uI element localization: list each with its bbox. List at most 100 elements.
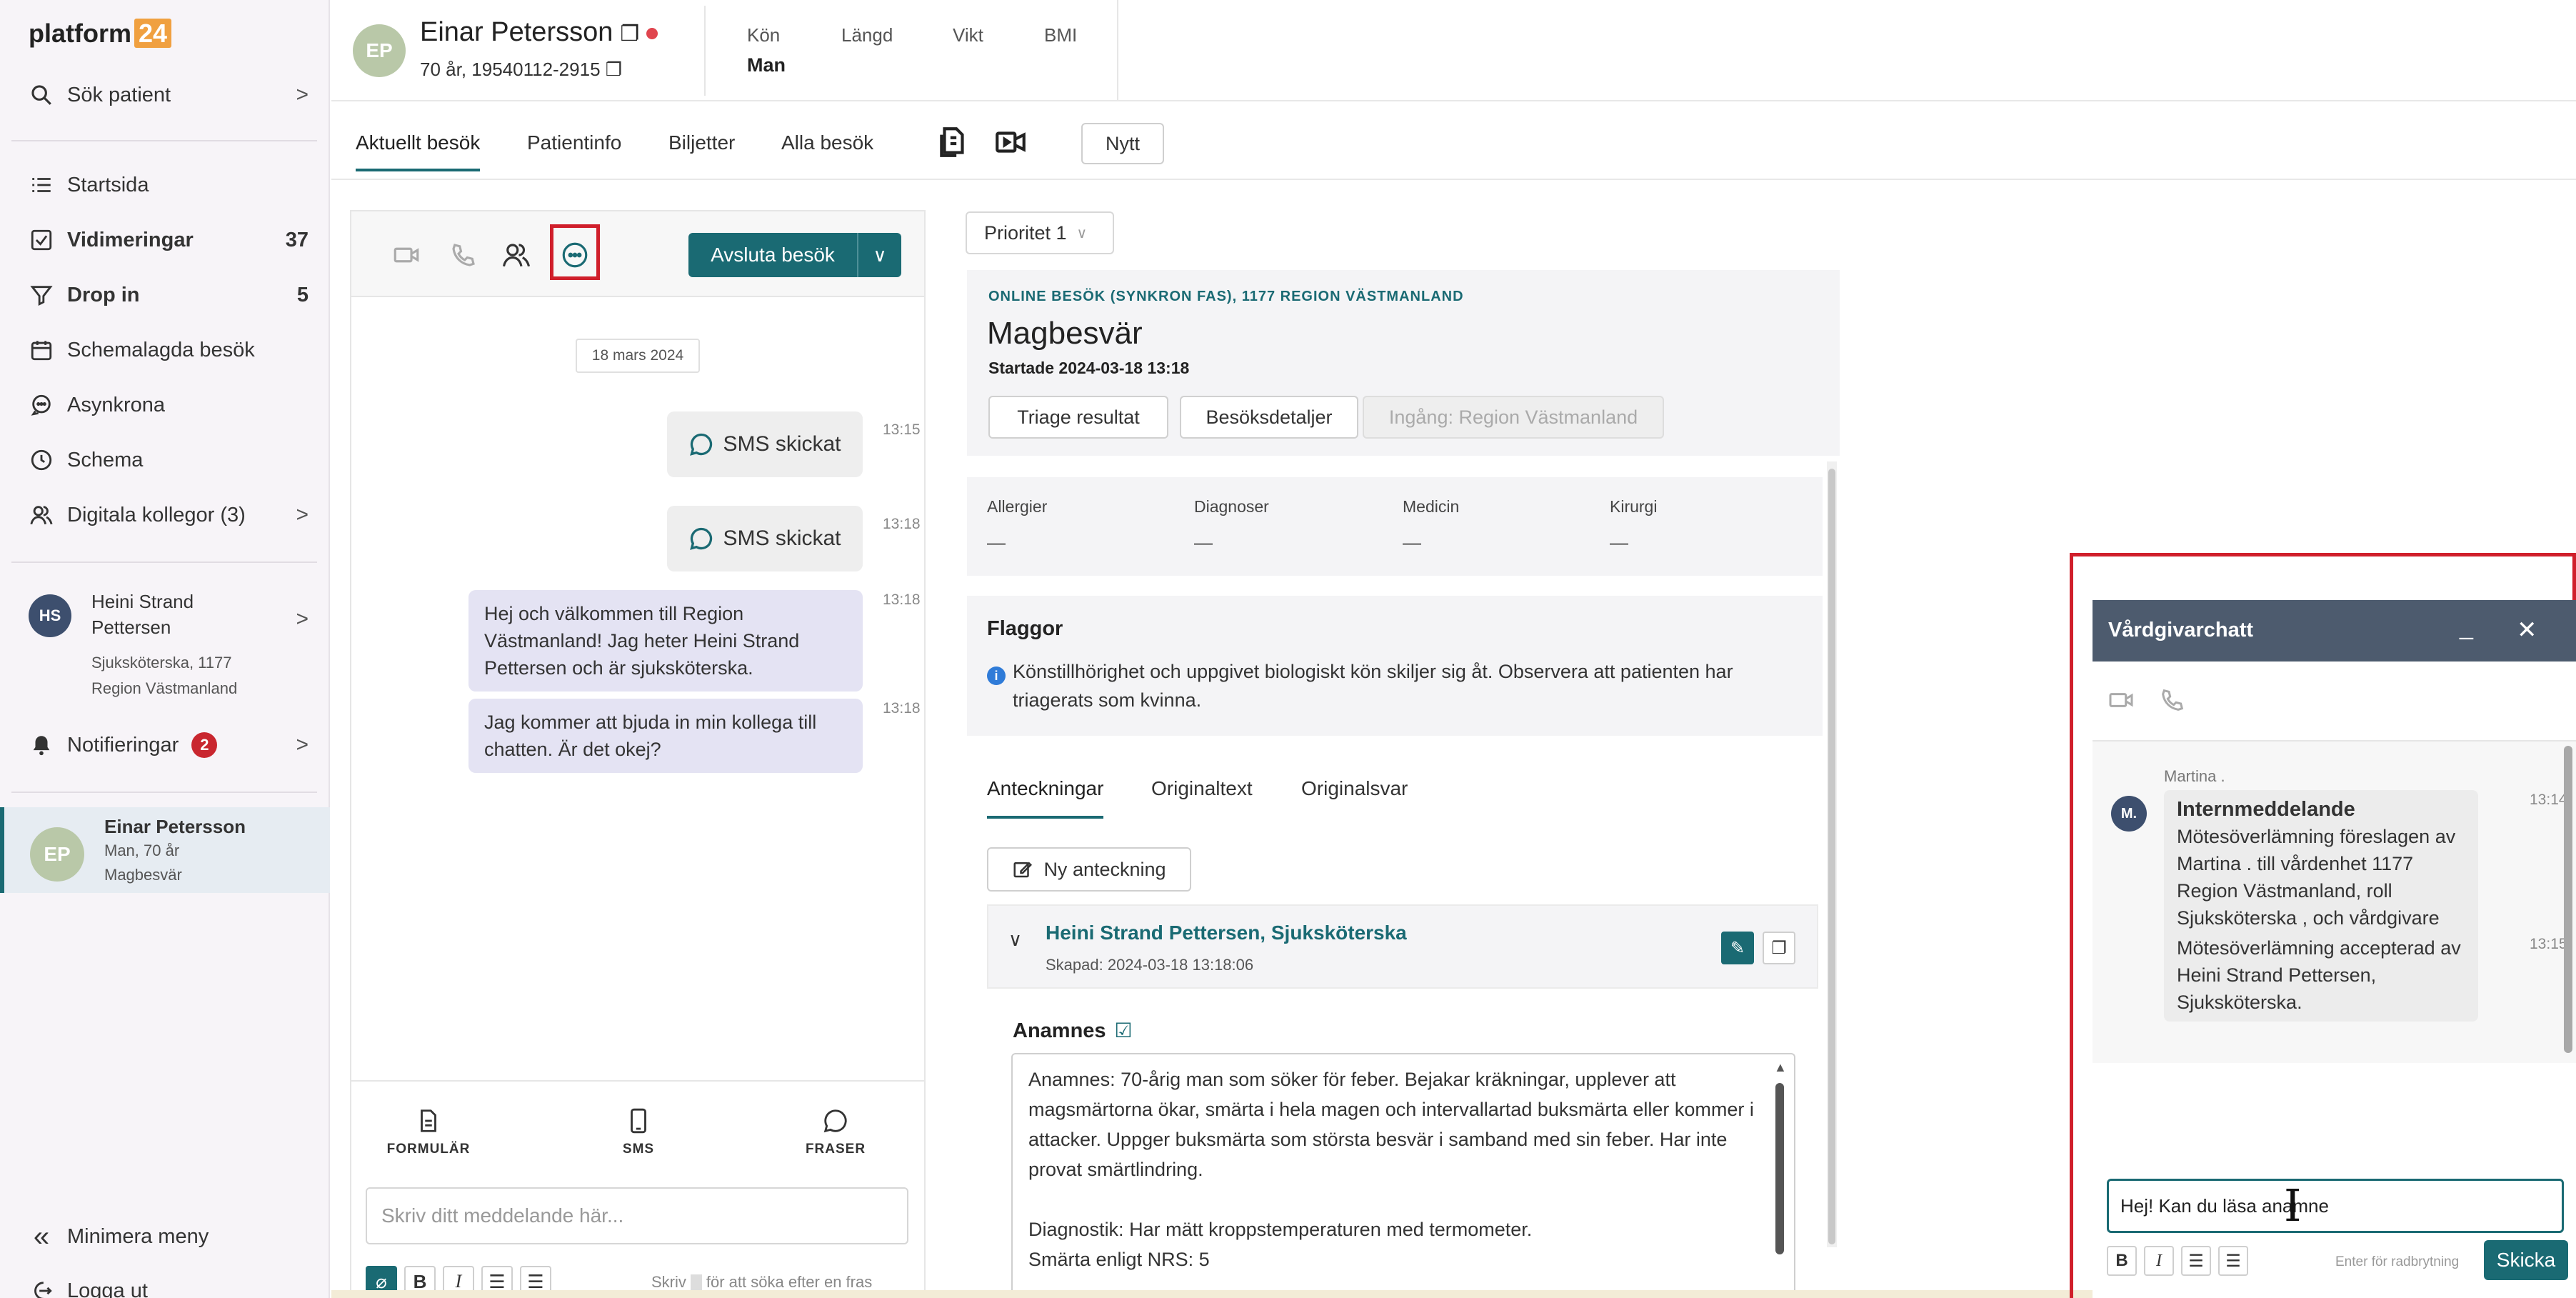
scroll-up-icon[interactable]: ▲	[1774, 1060, 1787, 1075]
note-author: Heini Strand Pettersen, Sjuksköterska	[1046, 922, 1407, 944]
new-note-button[interactable]: Ny anteckning	[987, 847, 1191, 892]
anamnes-textarea[interactable]: Anamnes: 70-årig man som söker för feber…	[1011, 1053, 1795, 1298]
patient-card-name: Einar Petersson	[104, 816, 246, 837]
chat-message-input[interactable]	[366, 1187, 908, 1244]
mobile-icon	[631, 1108, 646, 1134]
chevron-right-icon: >	[296, 607, 309, 631]
triage-result-button[interactable]: Triage resultat	[988, 396, 1168, 439]
sidebar-item-drop-in[interactable]: Drop in 5	[29, 274, 309, 316]
edit-icon[interactable]: ☑	[1115, 1019, 1133, 1042]
sms-button[interactable]: SMS	[567, 1107, 710, 1157]
chat-bubbles-icon	[29, 392, 54, 418]
copy-icon[interactable]: ❐	[1763, 932, 1795, 964]
info-icon: i	[987, 667, 1006, 685]
stat-label-langd: Längd	[841, 24, 893, 46]
close-icon[interactable]: ✕	[2517, 616, 2537, 644]
tab-biljetter[interactable]: Biljetter	[668, 131, 735, 169]
provider-chat-window: Vårdgivarchatt _ ✕ Martina . M. Internme…	[2093, 600, 2576, 1298]
sidebar-item-notifieringar[interactable]: Notifieringar 2 >	[29, 724, 309, 766]
divider	[11, 140, 317, 141]
sidebar-item-digitala-kollegor[interactable]: Digitala kollegor (3) >	[29, 494, 309, 536]
numbered-list-icon[interactable]: ☰	[2218, 1246, 2248, 1276]
chevron-right-icon: >	[296, 83, 309, 106]
sidebar-item-vidimeringar[interactable]: Vidimeringar 37	[29, 219, 309, 261]
video-icon[interactable]	[993, 124, 1028, 160]
sms-sent-message: SMS skickat	[667, 506, 863, 571]
active-patient-card[interactable]: EP Einar Petersson Man, 70 år Magbesvär	[0, 807, 330, 893]
bullet-list-icon[interactable]: ☰	[2181, 1246, 2211, 1276]
minimize-menu-button[interactable]: « Minimera meny	[29, 1216, 309, 1257]
avatar: HS	[29, 594, 71, 637]
bold-button[interactable]: B	[2107, 1246, 2137, 1276]
send-button[interactable]: Skicka	[2484, 1240, 2568, 1280]
visit-title: Magbesvär	[987, 316, 1143, 351]
tab-alla-besok[interactable]: Alla besök	[781, 131, 873, 169]
calendar-icon	[29, 337, 54, 363]
minimize-icon[interactable]: _	[2460, 613, 2473, 641]
message-sender: Martina .	[2164, 767, 2225, 785]
video-call-icon[interactable]	[391, 240, 421, 270]
sidebar-item-asynkrona[interactable]: Asynkrona	[29, 384, 309, 426]
form-button[interactable]: FORMULÄR	[357, 1107, 500, 1157]
textarea-scrollbar[interactable]	[1775, 1083, 1784, 1254]
chevron-down-icon[interactable]: ∨	[857, 233, 901, 277]
note-header[interactable]: ∨ Heini Strand Pettersen, Sjuksköterska …	[987, 904, 1818, 989]
tab-anteckningar[interactable]: Anteckningar	[987, 777, 1104, 819]
patient-chat-panel: Avsluta besök ∨ 18 mars 2024 SMS skickat…	[350, 210, 926, 1298]
divider	[11, 561, 317, 563]
notes-tabs: Anteckningar Originaltext Originalsvar	[967, 757, 1823, 829]
sidebar-item-label: Startsida	[67, 173, 149, 196]
surgery-label: Kirurgi	[1610, 497, 1658, 516]
phrases-button[interactable]: FRASER	[764, 1107, 907, 1157]
anamnes-heading: Anamnes ☑	[1013, 1019, 1133, 1043]
flags-card: Flaggor i Könstillhörighet och uppgivet b…	[967, 596, 1823, 736]
app-logo[interactable]: platform 24	[29, 19, 172, 49]
tab-originalsvar[interactable]: Originalsvar	[1301, 777, 1408, 816]
sidebar-item-label: Schema	[67, 448, 144, 471]
sms-label: SMS skickat	[723, 526, 841, 550]
date-separator: 18 mars 2024	[576, 339, 700, 373]
search-patient[interactable]: Sök patient >	[29, 74, 309, 116]
provider-chat-messages: Martina . M. Internmeddelande Mötesöverl…	[2093, 742, 2576, 1063]
visit-details-button[interactable]: Besöksdetaljer	[1180, 396, 1358, 439]
end-visit-button[interactable]: Avsluta besök ∨	[688, 233, 901, 277]
hint-prefix: Skriv	[651, 1273, 686, 1291]
sidebar-item-schemalagda-besok[interactable]: Schemalagda besök	[29, 329, 309, 371]
tab-aktuellt-besok[interactable]: Aktuellt besök	[356, 131, 481, 171]
copy-icon[interactable]: ❐	[606, 59, 622, 80]
content-scrollbar[interactable]	[1828, 469, 1835, 1244]
provider-chat-scrollbar[interactable]	[2564, 746, 2572, 1053]
copy-icon[interactable]: ❐	[620, 22, 639, 46]
diagnoses-label: Diagnoser	[1194, 497, 1269, 516]
video-call-icon	[2109, 693, 2133, 707]
pencil-icon[interactable]: ✎	[1721, 932, 1754, 964]
list-icon	[29, 172, 54, 198]
logout-icon	[29, 1278, 54, 1298]
chat-message: Hej och välkommen till Region Västmanlan…	[468, 590, 863, 692]
edit-icon	[1013, 862, 1033, 878]
message-heading: Internmeddelande	[2177, 798, 2355, 821]
avatar: EP	[30, 827, 84, 882]
provider-chat-header: Vårdgivarchatt _ ✕	[2093, 600, 2576, 662]
new-button[interactable]: Nytt	[1081, 123, 1164, 164]
chevron-down-icon[interactable]: ∨	[1008, 929, 1022, 951]
tab-patientinfo[interactable]: Patientinfo	[527, 131, 621, 169]
sidebar-item-startsida[interactable]: Startsida	[29, 164, 309, 206]
tab-originaltext[interactable]: Originaltext	[1151, 777, 1253, 816]
divider	[11, 792, 317, 793]
document-copy-icon[interactable]	[936, 124, 971, 160]
phone-icon[interactable]	[448, 240, 478, 270]
count-badge: 37	[285, 228, 309, 251]
priority-select[interactable]: Prioritet 1 ∨	[966, 211, 1114, 254]
provider-chat-input[interactable]	[2107, 1179, 2564, 1233]
flag-message: i Könstillhörighet och uppgivet biologisk…	[987, 657, 1801, 714]
diagnostik-text: Diagnostik: Har mätt kroppstemperaturen …	[1028, 1219, 1533, 1240]
logout-button[interactable]: Logga ut	[29, 1270, 309, 1298]
italic-button[interactable]: I	[2144, 1246, 2174, 1276]
medicine-label: Medicin	[1403, 497, 1460, 516]
flag-text-line1: Könstillhörighet och uppgivet biologiskt…	[1013, 661, 1733, 682]
current-user[interactable]: HS Heini Strand Pettersen Sjuksköterska,…	[26, 587, 311, 709]
anamnes-text: Anamnes: 70-årig man som söker för feber…	[1028, 1069, 1754, 1180]
sidebar-item-schema[interactable]: Schema	[29, 439, 309, 481]
invite-colleague-icon[interactable]	[501, 240, 531, 270]
